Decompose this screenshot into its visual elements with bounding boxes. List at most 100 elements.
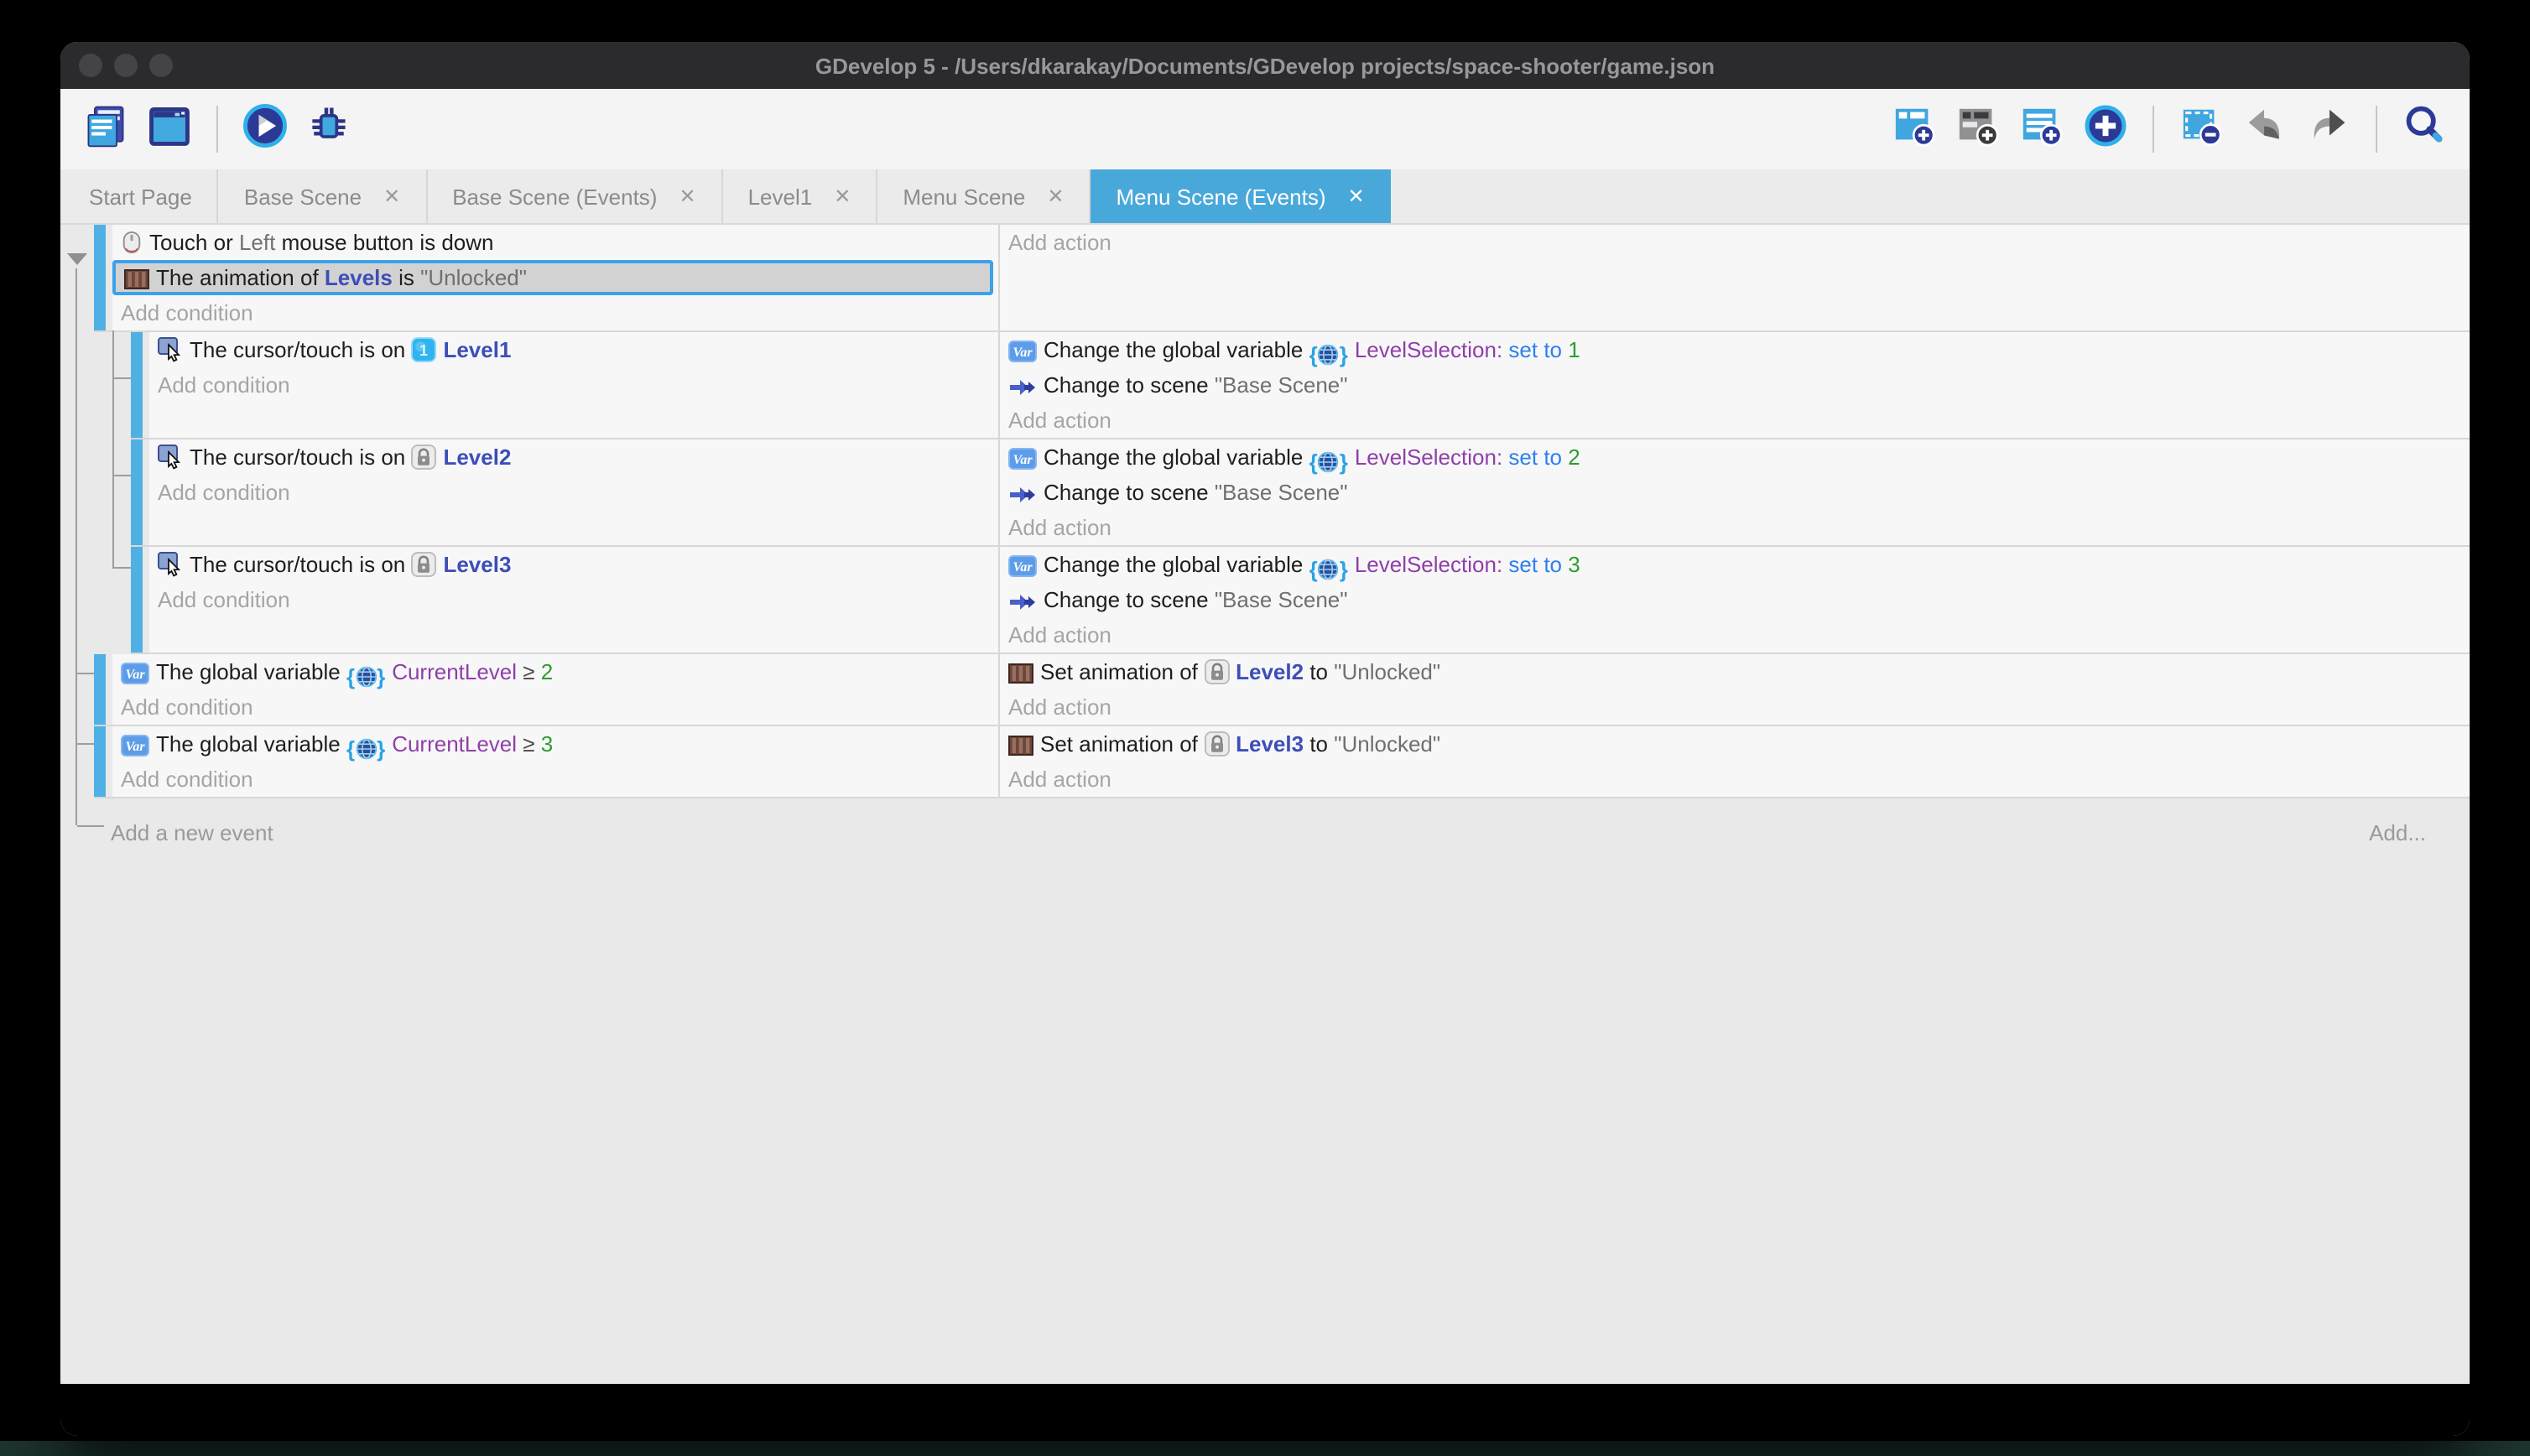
close-tab-icon[interactable]: ✕ <box>1047 185 1064 208</box>
add-action-button[interactable]: Add action <box>1000 762 2470 797</box>
project-manager-button[interactable] <box>81 104 131 154</box>
scene-change-icon <box>1008 480 1037 510</box>
animation-icon <box>124 268 149 295</box>
condition-text: Levels <box>325 265 393 290</box>
action-text: Change to scene <box>1044 587 1215 612</box>
event-block[interactable]: VarThe global variable {}CurrentLevel ≥ … <box>94 726 2470 798</box>
action-row[interactable]: VarChange the global variable {}LevelSel… <box>1000 439 2470 475</box>
condition-row[interactable]: VarThe global variable {}CurrentLevel ≥ … <box>112 654 998 689</box>
debug-button[interactable] <box>304 104 354 154</box>
action-text: Change to scene <box>1044 372 1215 398</box>
tab-menu-scene[interactable]: Menu Scene ✕ <box>877 169 1091 223</box>
add-action-button[interactable]: Add action <box>1000 689 2470 725</box>
sub-event-block[interactable]: The cursor/touch is on Level2Add conditi… <box>131 439 2470 547</box>
action-row[interactable]: Set animation of Level2 to "Unlocked" <box>1000 654 2470 689</box>
close-button[interactable] <box>79 54 102 77</box>
add-subevent-button[interactable] <box>1953 104 2003 154</box>
close-tab-icon[interactable]: ✕ <box>834 185 851 208</box>
condition-row[interactable]: Touch or Left mouse button is down <box>112 225 998 260</box>
add-action-button[interactable]: Add action <box>1000 403 2470 438</box>
condition-text: 2 <box>541 659 553 684</box>
action-row[interactable]: VarChange the global variable {}LevelSel… <box>1000 547 2470 582</box>
actions-column: VarChange the global variable {}LevelSel… <box>1000 439 2470 545</box>
tab-level1[interactable]: Level1✕ <box>723 169 878 223</box>
add-comment-button[interactable] <box>2017 104 2067 154</box>
svg-text:Var: Var <box>125 740 145 754</box>
cursor-icon <box>158 445 183 475</box>
add-condition-button[interactable]: Add condition <box>112 295 998 330</box>
minimize-button[interactable] <box>114 54 138 77</box>
redo-button[interactable] <box>2304 104 2354 154</box>
add-condition-button[interactable]: Add condition <box>112 689 998 725</box>
condition-text: Level3 <box>443 552 511 577</box>
global-var-icon: {} <box>1309 552 1348 582</box>
add-condition-button[interactable]: Add condition <box>112 762 998 797</box>
delete-event-icon <box>2179 103 2223 155</box>
add-condition-button[interactable]: Add condition <box>149 582 998 617</box>
lock-icon <box>411 552 436 582</box>
search-button[interactable] <box>2399 104 2449 154</box>
delete-event-button[interactable] <box>2176 104 2226 154</box>
condition-row[interactable]: The cursor/touch is on Level2 <box>149 439 998 475</box>
add-action-button[interactable]: Add action <box>1000 510 2470 545</box>
conditions-column: VarThe global variable {}CurrentLevel ≥ … <box>112 654 1000 725</box>
mouse-icon <box>121 230 143 260</box>
sub-event-block[interactable]: The cursor/touch is on 1Level1Add condit… <box>131 332 2470 439</box>
add-condition-button[interactable]: Add condition <box>149 367 998 403</box>
add-condition-button[interactable]: Add condition <box>149 475 998 510</box>
action-row[interactable]: Change to scene "Base Scene" <box>1000 582 2470 617</box>
action-row[interactable]: Set animation of Level3 to "Unlocked" <box>1000 726 2470 762</box>
add-action-button[interactable]: Add action <box>1000 225 2470 260</box>
condition-row[interactable]: VarThe global variable {}CurrentLevel ≥ … <box>112 726 998 762</box>
condition-row[interactable]: The cursor/touch is on 1Level1 <box>149 332 998 367</box>
add-action-button[interactable]: Add action <box>1000 617 2470 653</box>
actions-column: VarChange the global variable {}LevelSel… <box>1000 547 2470 653</box>
tab-base-scene-events[interactable]: Base Scene (Events)✕ <box>427 169 722 223</box>
add-more-button[interactable]: Add... <box>2369 815 2426 850</box>
event-block[interactable]: Touch or Left mouse button is downThe an… <box>94 225 2470 332</box>
close-tab-icon[interactable]: ✕ <box>383 185 400 208</box>
tab-label: Menu Scene <box>903 184 1025 209</box>
redo-icon <box>2307 103 2350 155</box>
add-new-event-button[interactable]: Add a new event <box>111 820 273 845</box>
toolbar-right-group <box>1889 104 2449 154</box>
animation-icon <box>1008 731 1033 762</box>
globe-icon <box>1318 450 1340 475</box>
close-tab-icon[interactable]: ✕ <box>1348 185 1365 208</box>
events-sheet: Touch or Left mouse button is downThe an… <box>60 223 2470 1384</box>
condition-text: The global variable <box>156 659 346 684</box>
lock-icon <box>1204 731 1229 762</box>
condition-text: Level1 <box>443 337 511 362</box>
action-row[interactable]: VarChange the global variable {}LevelSel… <box>1000 332 2470 367</box>
debug-icon <box>305 101 352 157</box>
condition-row[interactable]: The animation of Levels is "Unlocked" <box>112 260 993 295</box>
undo-button[interactable] <box>2240 104 2290 154</box>
condition-row[interactable]: The cursor/touch is on Level3 <box>149 547 998 582</box>
action-text: "Unlocked" <box>1334 731 1440 757</box>
lock-icon <box>1204 659 1229 689</box>
collapse-event-arrow-icon[interactable] <box>67 253 87 265</box>
event-block[interactable]: VarThe global variable {}CurrentLevel ≥ … <box>94 654 2470 726</box>
tab-menu-scene-events[interactable]: Menu Scene (Events)✕ <box>1091 169 1391 223</box>
var-icon: Var <box>121 731 149 762</box>
svg-text:1: 1 <box>419 342 428 359</box>
action-text: : <box>1497 445 1508 470</box>
action-text: LevelSelection <box>1355 552 1497 577</box>
action-text: 2 <box>1568 445 1580 470</box>
action-row[interactable]: Change to scene "Base Scene" <box>1000 475 2470 510</box>
sub-event-block[interactable]: The cursor/touch is on Level3Add conditi… <box>131 547 2470 654</box>
event-drag-handle <box>131 547 143 653</box>
tab-base-scene[interactable]: Base Scene✕ <box>219 169 427 223</box>
close-tab-icon[interactable]: ✕ <box>679 185 695 208</box>
toolbar-separator <box>2376 106 2377 153</box>
add-event-button[interactable] <box>1889 104 1939 154</box>
add-circle-button[interactable] <box>2080 104 2131 154</box>
scene-editor-button[interactable] <box>144 104 195 154</box>
play-button[interactable] <box>240 104 290 154</box>
condition-text: Touch or <box>149 230 239 255</box>
zoom-button[interactable] <box>149 54 173 77</box>
var-icon: Var <box>121 659 149 689</box>
action-row[interactable]: Change to scene "Base Scene" <box>1000 367 2470 403</box>
tab-start-page[interactable]: Start Page <box>64 169 219 223</box>
lock-icon <box>411 445 436 475</box>
